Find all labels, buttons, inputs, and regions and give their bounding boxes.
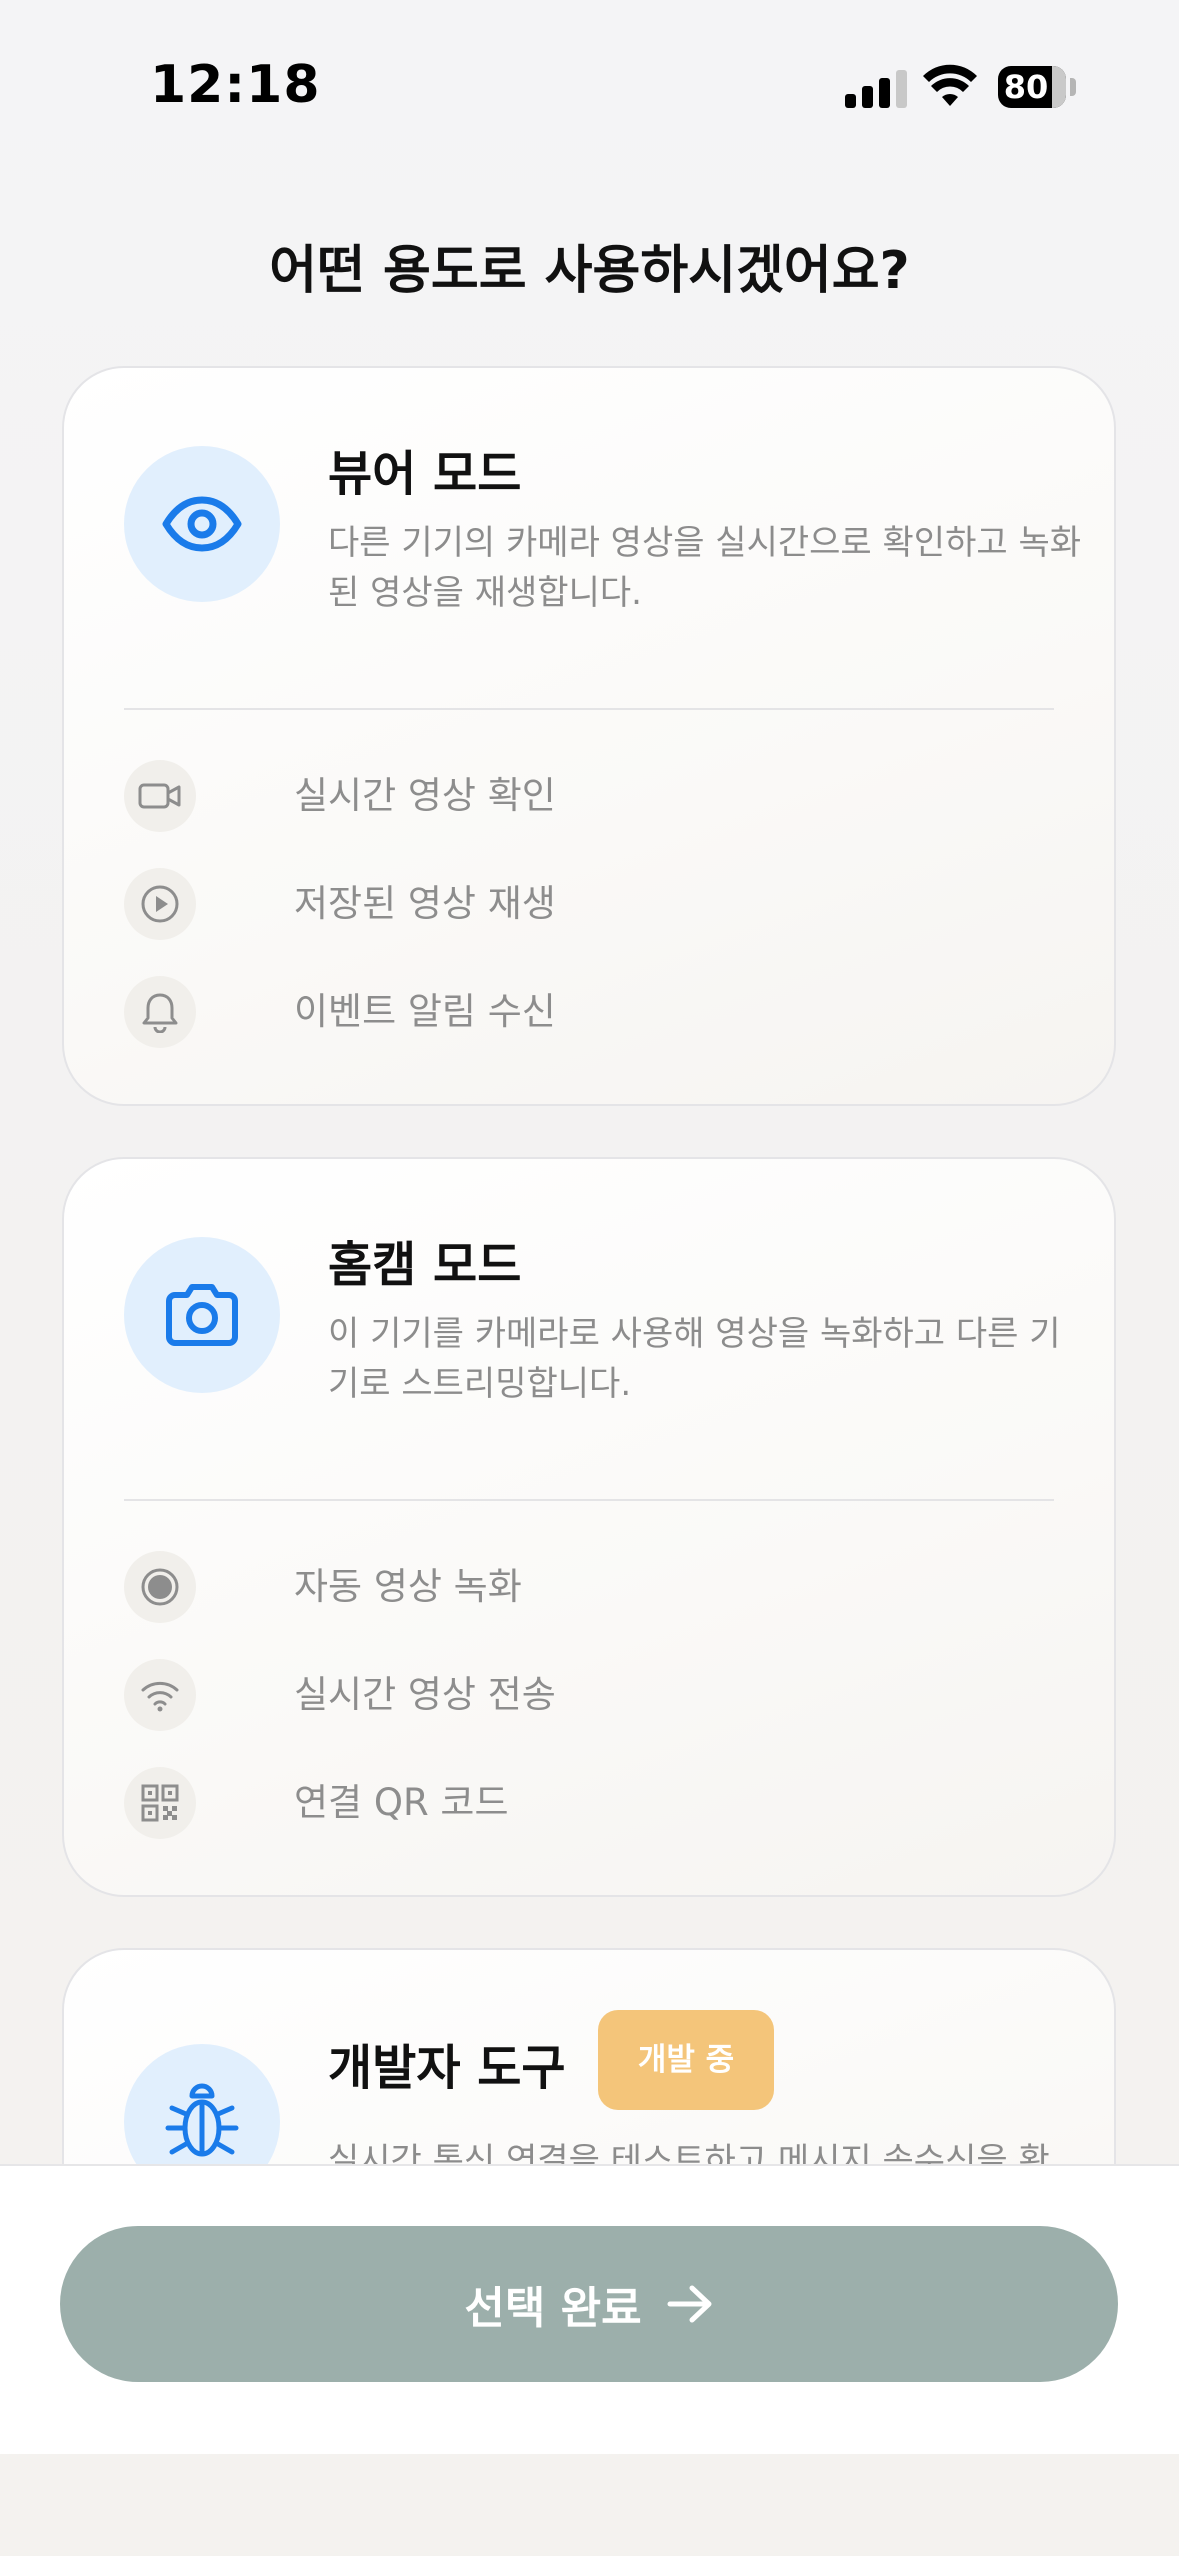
viewer-mode-title: 뷰어 모드	[328, 446, 522, 502]
play-circle-icon	[124, 868, 196, 940]
homecam-mode-card[interactable]: 홈캠 모드 이 기기를 카메라로 사용해 영상을 녹화하고 다른 기기로 스트리…	[62, 1157, 1116, 1897]
status-badge: 개발 중	[598, 2010, 774, 2110]
feature-item: 실시간 영상 확인	[124, 760, 924, 832]
feature-item: 저장된 영상 재생	[124, 868, 924, 940]
divider	[124, 1499, 1054, 1501]
page-title: 어떤 용도로 사용하시겠어요?	[269, 241, 910, 301]
status-bar: 12:18 80	[0, 0, 1179, 170]
feature-item: 실시간 영상 전송	[124, 1659, 924, 1731]
feature-item: 이벤트 알림 수신	[124, 976, 924, 1048]
video-camera-icon	[124, 760, 196, 832]
feature-label: 이벤트 알림 수신	[294, 990, 556, 1033]
cellular-signal-icon	[845, 68, 907, 108]
viewer-mode-icon-circle	[124, 446, 280, 602]
wifi-icon	[124, 1659, 196, 1731]
feature-label: 자동 영상 녹화	[294, 1565, 522, 1608]
bell-icon	[124, 976, 196, 1048]
bottom-action-panel: 선택 완료	[0, 2164, 1179, 2454]
status-time: 12:18	[150, 55, 321, 115]
record-icon	[124, 1551, 196, 1623]
done-button-label: 선택 완료	[464, 2283, 642, 2334]
done-button[interactable]: 선택 완료	[60, 2226, 1118, 2382]
homecam-mode-title: 홈캠 모드	[328, 1237, 522, 1293]
battery-nub	[1070, 78, 1076, 96]
wifi-status-icon	[923, 64, 977, 106]
feature-label: 실시간 영상 확인	[294, 774, 556, 817]
feature-item: 연결 QR 코드	[124, 1767, 924, 1839]
feature-label: 연결 QR 코드	[294, 1781, 509, 1824]
homecam-mode-description: 이 기기를 카메라로 사용해 영상을 녹화하고 다른 기기로 스트리밍합니다.	[328, 1314, 1061, 1404]
bug-icon	[165, 2083, 239, 2157]
feature-label: 저장된 영상 재생	[294, 882, 556, 925]
viewer-mode-card[interactable]: 뷰어 모드 다른 기기의 카메라 영상을 실시간으로 확인하고 녹화된 영상을 …	[62, 366, 1116, 1106]
divider	[124, 708, 1054, 710]
feature-item: 자동 영상 녹화	[124, 1551, 924, 1623]
feature-label: 실시간 영상 전송	[294, 1673, 556, 1716]
developer-tools-title: 개발자 도구	[328, 2040, 566, 2096]
battery-level: 80	[1003, 68, 1049, 106]
battery-icon: 80	[998, 66, 1066, 108]
arrow-right-icon	[667, 2285, 712, 2323]
homecam-mode-icon-circle	[124, 1237, 280, 1393]
camera-icon	[166, 1284, 238, 1346]
eye-icon	[162, 496, 242, 552]
qr-code-icon	[124, 1767, 196, 1839]
viewer-mode-description: 다른 기기의 카메라 영상을 실시간으로 확인하고 녹화된 영상을 재생합니다.	[328, 523, 1082, 613]
